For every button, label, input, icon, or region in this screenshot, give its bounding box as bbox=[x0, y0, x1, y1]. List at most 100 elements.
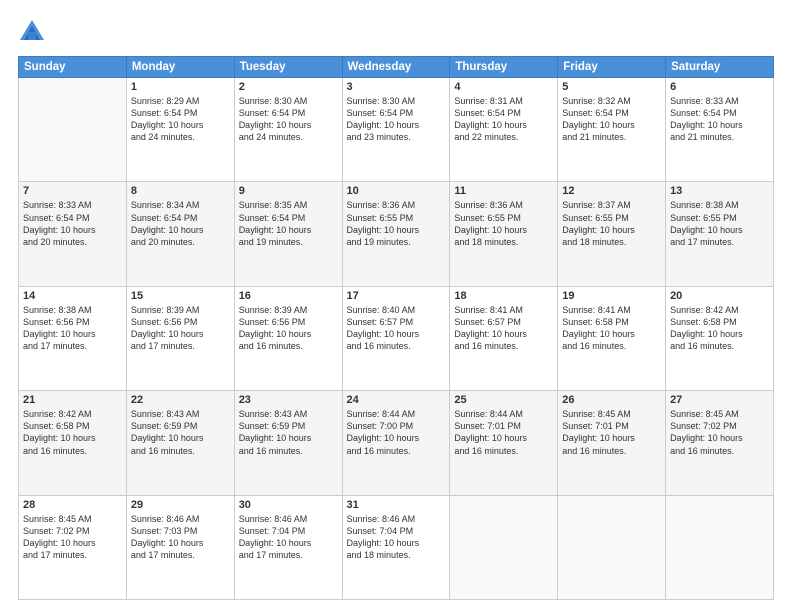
calendar-cell: 21 Sunrise: 8:42 AM Sunset: 6:58 PM Dayli… bbox=[19, 391, 127, 495]
day-info: Sunrise: 8:45 AM Sunset: 7:02 PM Dayligh… bbox=[670, 408, 769, 457]
calendar-cell: 15Sunrise: 8:39 AM Sunset: 6:56 PM Dayli… bbox=[126, 286, 234, 390]
day-number: 1 bbox=[131, 81, 230, 93]
weekday-header-friday: Friday bbox=[558, 57, 666, 78]
day-number: 20 bbox=[670, 290, 769, 302]
day-number: 4 bbox=[454, 81, 553, 93]
day-info: Sunrise: 8:36 AM Sunset: 6:55 PM Dayligh… bbox=[454, 199, 553, 248]
day-number: 17 bbox=[347, 290, 446, 302]
day-number: 16 bbox=[239, 290, 338, 302]
day-number: 21 bbox=[23, 394, 122, 406]
day-info: Sunrise: 8:35 AM Sunset: 6:54 PM Dayligh… bbox=[239, 199, 338, 248]
calendar-cell bbox=[450, 495, 558, 599]
day-number: 13 bbox=[670, 185, 769, 197]
calendar-cell: 6Sunrise: 8:33 AM Sunset: 6:54 PM Daylig… bbox=[666, 78, 774, 182]
day-number: 15 bbox=[131, 290, 230, 302]
calendar-cell bbox=[666, 495, 774, 599]
week-row-1: 1 Sunrise: 8:29 AM Sunset: 6:54 PM Daylig… bbox=[19, 78, 774, 182]
calendar-cell: 29Sunrise: 8:46 AM Sunset: 7:03 PM Dayli… bbox=[126, 495, 234, 599]
calendar-cell: 13Sunrise: 8:38 AM Sunset: 6:55 PM Dayli… bbox=[666, 182, 774, 286]
calendar-table: SundayMondayTuesdayWednesdayThursdayFrid… bbox=[18, 56, 774, 600]
day-info: Sunrise: 8:44 AM Sunset: 7:01 PM Dayligh… bbox=[454, 408, 553, 457]
day-number: 9 bbox=[239, 185, 338, 197]
calendar-cell: 28Sunrise: 8:45 AM Sunset: 7:02 PM Dayli… bbox=[19, 495, 127, 599]
day-info: Sunrise: 8:38 AM Sunset: 6:56 PM Dayligh… bbox=[23, 304, 122, 353]
logo bbox=[18, 18, 50, 46]
day-number: 3 bbox=[347, 81, 446, 93]
day-info: Sunrise: 8:43 AM Sunset: 6:59 PM Dayligh… bbox=[239, 408, 338, 457]
day-number: 23 bbox=[239, 394, 338, 406]
calendar-cell: 20 Sunrise: 8:42 AM Sunset: 6:58 PM Dayli… bbox=[666, 286, 774, 390]
weekday-header-saturday: Saturday bbox=[666, 57, 774, 78]
day-info: Sunrise: 8:40 AM Sunset: 6:57 PM Dayligh… bbox=[347, 304, 446, 353]
day-number: 19 bbox=[562, 290, 661, 302]
day-info: Sunrise: 8:42 AM Sunset: 6:58 PM Dayligh… bbox=[670, 304, 769, 353]
day-info: Sunrise: 8:45 AM Sunset: 7:01 PM Dayligh… bbox=[562, 408, 661, 457]
calendar-cell: 12Sunrise: 8:37 AM Sunset: 6:55 PM Dayli… bbox=[558, 182, 666, 286]
weekday-header-tuesday: Tuesday bbox=[234, 57, 342, 78]
page: SundayMondayTuesdayWednesdayThursdayFrid… bbox=[0, 0, 792, 612]
calendar-cell: 16 Sunrise: 8:39 AM Sunset: 6:56 PM Dayli… bbox=[234, 286, 342, 390]
week-row-5: 28Sunrise: 8:45 AM Sunset: 7:02 PM Dayli… bbox=[19, 495, 774, 599]
day-number: 25 bbox=[454, 394, 553, 406]
day-info: Sunrise: 8:39 AM Sunset: 6:56 PM Dayligh… bbox=[239, 304, 338, 353]
calendar-cell: 26 Sunrise: 8:45 AM Sunset: 7:01 PM Dayli… bbox=[558, 391, 666, 495]
day-info: Sunrise: 8:41 AM Sunset: 6:57 PM Dayligh… bbox=[454, 304, 553, 353]
day-info: Sunrise: 8:31 AM Sunset: 6:54 PM Dayligh… bbox=[454, 95, 553, 144]
logo-icon bbox=[18, 18, 46, 46]
day-number: 11 bbox=[454, 185, 553, 197]
day-number: 30 bbox=[239, 499, 338, 511]
calendar-cell: 23 Sunrise: 8:43 AM Sunset: 6:59 PM Dayli… bbox=[234, 391, 342, 495]
weekday-header-row: SundayMondayTuesdayWednesdayThursdayFrid… bbox=[19, 57, 774, 78]
calendar-cell: 10Sunrise: 8:36 AM Sunset: 6:55 PM Dayli… bbox=[342, 182, 450, 286]
header bbox=[18, 18, 774, 46]
calendar-cell bbox=[19, 78, 127, 182]
calendar-cell: 2Sunrise: 8:30 AM Sunset: 6:54 PM Daylig… bbox=[234, 78, 342, 182]
day-number: 14 bbox=[23, 290, 122, 302]
day-info: Sunrise: 8:29 AM Sunset: 6:54 PM Dayligh… bbox=[131, 95, 230, 144]
calendar-cell: 9 Sunrise: 8:35 AM Sunset: 6:54 PM Daylig… bbox=[234, 182, 342, 286]
day-info: Sunrise: 8:44 AM Sunset: 7:00 PM Dayligh… bbox=[347, 408, 446, 457]
day-number: 18 bbox=[454, 290, 553, 302]
calendar-cell: 18 Sunrise: 8:41 AM Sunset: 6:57 PM Dayli… bbox=[450, 286, 558, 390]
calendar-cell: 22 Sunrise: 8:43 AM Sunset: 6:59 PM Dayli… bbox=[126, 391, 234, 495]
day-number: 12 bbox=[562, 185, 661, 197]
calendar-cell: 5Sunrise: 8:32 AM Sunset: 6:54 PM Daylig… bbox=[558, 78, 666, 182]
day-info: Sunrise: 8:43 AM Sunset: 6:59 PM Dayligh… bbox=[131, 408, 230, 457]
calendar-cell: 30Sunrise: 8:46 AM Sunset: 7:04 PM Dayli… bbox=[234, 495, 342, 599]
calendar-cell: 27 Sunrise: 8:45 AM Sunset: 7:02 PM Dayli… bbox=[666, 391, 774, 495]
calendar-cell: 19 Sunrise: 8:41 AM Sunset: 6:58 PM Dayli… bbox=[558, 286, 666, 390]
day-info: Sunrise: 8:33 AM Sunset: 6:54 PM Dayligh… bbox=[23, 199, 122, 248]
day-info: Sunrise: 8:36 AM Sunset: 6:55 PM Dayligh… bbox=[347, 199, 446, 248]
day-info: Sunrise: 8:46 AM Sunset: 7:04 PM Dayligh… bbox=[347, 513, 446, 562]
week-row-3: 14 Sunrise: 8:38 AM Sunset: 6:56 PM Dayli… bbox=[19, 286, 774, 390]
weekday-header-sunday: Sunday bbox=[19, 57, 127, 78]
day-number: 5 bbox=[562, 81, 661, 93]
day-info: Sunrise: 8:45 AM Sunset: 7:02 PM Dayligh… bbox=[23, 513, 122, 562]
weekday-header-monday: Monday bbox=[126, 57, 234, 78]
day-number: 22 bbox=[131, 394, 230, 406]
day-info: Sunrise: 8:42 AM Sunset: 6:58 PM Dayligh… bbox=[23, 408, 122, 457]
day-number: 2 bbox=[239, 81, 338, 93]
day-info: Sunrise: 8:30 AM Sunset: 6:54 PM Dayligh… bbox=[347, 95, 446, 144]
week-row-2: 7Sunrise: 8:33 AM Sunset: 6:54 PM Daylig… bbox=[19, 182, 774, 286]
day-number: 31 bbox=[347, 499, 446, 511]
calendar-cell: 14 Sunrise: 8:38 AM Sunset: 6:56 PM Dayli… bbox=[19, 286, 127, 390]
calendar-cell: 3 Sunrise: 8:30 AM Sunset: 6:54 PM Daylig… bbox=[342, 78, 450, 182]
day-number: 26 bbox=[562, 394, 661, 406]
day-number: 27 bbox=[670, 394, 769, 406]
day-info: Sunrise: 8:34 AM Sunset: 6:54 PM Dayligh… bbox=[131, 199, 230, 248]
calendar-cell: 4 Sunrise: 8:31 AM Sunset: 6:54 PM Daylig… bbox=[450, 78, 558, 182]
day-info: Sunrise: 8:41 AM Sunset: 6:58 PM Dayligh… bbox=[562, 304, 661, 353]
calendar-cell: 7Sunrise: 8:33 AM Sunset: 6:54 PM Daylig… bbox=[19, 182, 127, 286]
calendar-cell: 8Sunrise: 8:34 AM Sunset: 6:54 PM Daylig… bbox=[126, 182, 234, 286]
calendar-cell: 17 Sunrise: 8:40 AM Sunset: 6:57 PM Dayli… bbox=[342, 286, 450, 390]
calendar-cell bbox=[558, 495, 666, 599]
day-number: 24 bbox=[347, 394, 446, 406]
calendar-cell: 31 Sunrise: 8:46 AM Sunset: 7:04 PM Dayli… bbox=[342, 495, 450, 599]
day-info: Sunrise: 8:33 AM Sunset: 6:54 PM Dayligh… bbox=[670, 95, 769, 144]
calendar-cell: 1 Sunrise: 8:29 AM Sunset: 6:54 PM Daylig… bbox=[126, 78, 234, 182]
day-number: 29 bbox=[131, 499, 230, 511]
week-row-4: 21 Sunrise: 8:42 AM Sunset: 6:58 PM Dayli… bbox=[19, 391, 774, 495]
calendar-cell: 11 Sunrise: 8:36 AM Sunset: 6:55 PM Dayli… bbox=[450, 182, 558, 286]
calendar-cell: 24 Sunrise: 8:44 AM Sunset: 7:00 PM Dayli… bbox=[342, 391, 450, 495]
